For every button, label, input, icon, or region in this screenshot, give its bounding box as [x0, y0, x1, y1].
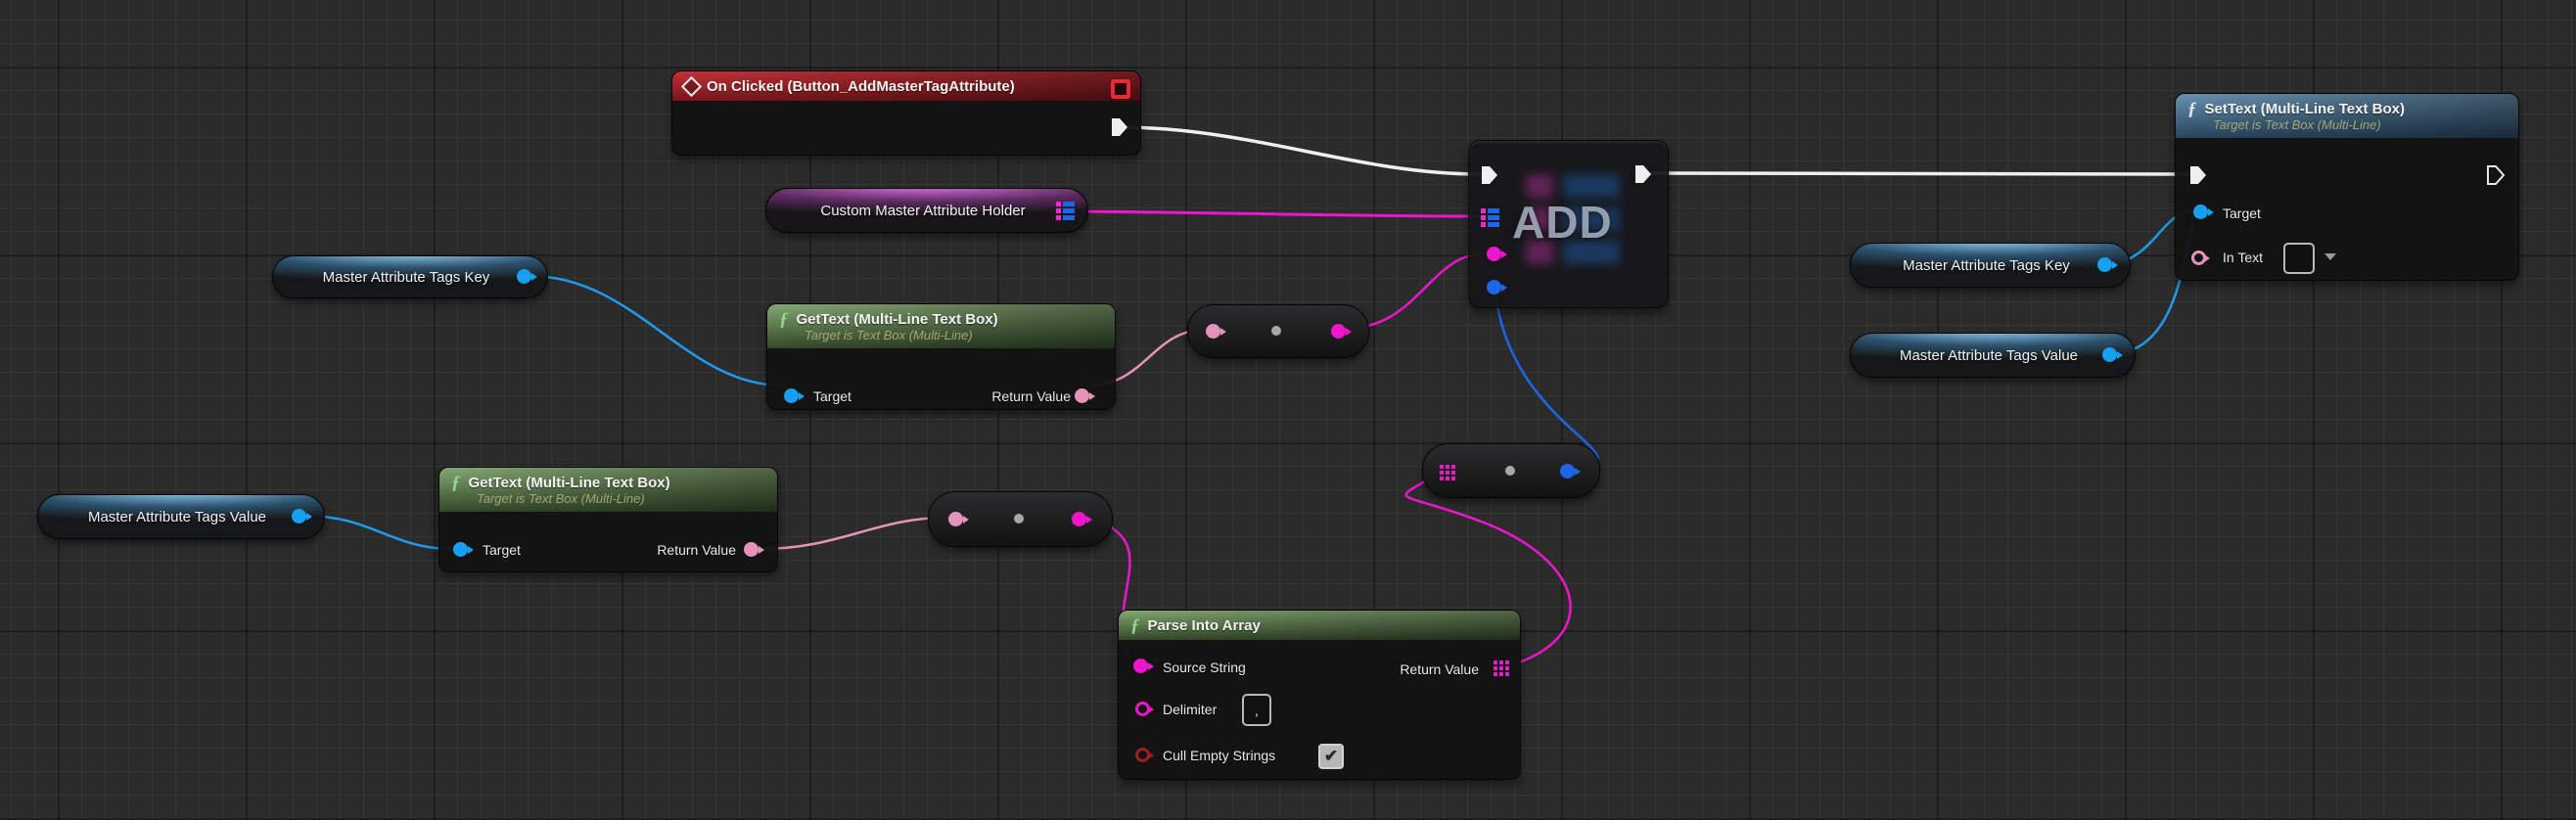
node-settext[interactable]: ƒ SetText (Multi-Line Text Box) Target i… [2175, 93, 2519, 281]
node-subtitle: Target is Text Box (Multi-Line) [805, 328, 1103, 342]
node-subtitle: Target is Text Box (Multi-Line) [2213, 117, 2507, 132]
value-output-pin[interactable] [1560, 464, 1575, 478]
map-output-pin[interactable] [1056, 202, 1076, 220]
pin-label: Cull Empty Strings [1163, 748, 1275, 763]
variable-label: Custom Master Attribute Holder [803, 203, 1050, 219]
object-output-pin[interactable] [2097, 257, 2112, 272]
delimiter-input-pin[interactable] [1135, 702, 1150, 716]
node-subtitle: Target is Text Box (Multi-Line) [477, 491, 765, 506]
variable-label: Master Attribute Tags Value [1882, 347, 2103, 364]
string-output-pin[interactable] [1331, 324, 1346, 339]
node-title: GetText (Multi-Line Text Box) [469, 475, 670, 491]
variable-node-custom-master-attribute-holder[interactable]: Custom Master Attribute Holder [765, 188, 1088, 233]
cull-empty-strings-checkbox[interactable]: ✔ [1318, 744, 1344, 769]
node-parse-into-array[interactable]: ƒ Parse Into Array Source String Return … [1118, 610, 1521, 780]
conversion-dot [1271, 326, 1281, 336]
function-icon: ƒ [2187, 103, 2197, 116]
pin-label: Target [2223, 205, 2261, 221]
node-title: GetText (Multi-Line Text Box) [797, 311, 998, 328]
node-on-clicked-event[interactable]: On Clicked (Button_AddMasterTagAttribute… [671, 70, 1141, 156]
node-title: SetText (Multi-Line Text Box) [2205, 101, 2405, 117]
wire-map-holder-to-add[interactable] [1066, 211, 1482, 216]
in-text-dropdown-arrow[interactable] [2324, 253, 2336, 266]
wire-gettext-bottom-to-conversion2[interactable] [759, 518, 947, 549]
function-icon: ƒ [451, 477, 461, 490]
object-output-pin[interactable] [292, 509, 306, 524]
blueprint-graph-canvas[interactable]: On Clicked (Button_AddMasterTagAttribute… [0, 0, 2576, 820]
cull-empty-strings-input-pin[interactable] [1135, 748, 1150, 762]
wire-exec-add-to-settext[interactable] [1650, 173, 2189, 174]
delimiter-value-box[interactable]: , [1242, 694, 1271, 726]
object-output-pin[interactable] [2102, 347, 2117, 362]
wire-key-left-to-gettext-top[interactable] [529, 276, 783, 386]
variable-label: Master Attribute Tags Key [1885, 257, 2095, 274]
conversion-dot [1014, 514, 1024, 524]
conversion-node-text-to-string-2[interactable] [928, 491, 1113, 547]
variable-node-master-attribute-tags-key-right[interactable]: Master Attribute Tags Key [1850, 243, 2131, 288]
exec-input-pin[interactable] [1480, 164, 1499, 186]
pin-label: Return Value [657, 542, 736, 558]
variable-node-master-attribute-tags-key-left[interactable]: Master Attribute Tags Key [272, 255, 548, 298]
node-gettext-bottom[interactable]: ƒ GetText (Multi-Line Text Box) Target i… [438, 467, 778, 572]
pin-label: In Text [2223, 250, 2263, 265]
variable-label: Master Attribute Tags Value [70, 509, 292, 525]
value-input-pin[interactable] [1487, 280, 1501, 295]
in-text-input-pin[interactable] [2191, 251, 2206, 265]
pin-label: Delimiter [1163, 702, 1217, 717]
conversion-node-array-to-value[interactable] [1422, 443, 1600, 498]
node-add-to-map[interactable]: ADD [1468, 140, 1669, 308]
pin-label: Return Value [1400, 661, 1479, 677]
target-input-pin[interactable] [2193, 205, 2208, 219]
text-input-pin[interactable] [1206, 324, 1220, 339]
node-header: ƒ GetText (Multi-Line Text Box) Target i… [767, 304, 1115, 348]
text-input-pin[interactable] [948, 512, 963, 526]
target-input-pin[interactable] [453, 542, 468, 557]
target-map-input-pin[interactable] [1481, 208, 1500, 227]
variable-node-master-attribute-tags-value-right[interactable]: Master Attribute Tags Value [1850, 333, 2136, 378]
target-input-pin[interactable] [784, 388, 799, 403]
event-diamond-icon [681, 76, 702, 97]
exec-output-pin[interactable] [2486, 164, 2506, 186]
exec-output-pin[interactable] [1633, 163, 1653, 185]
wire-value-left-to-gettext-bottom[interactable] [304, 516, 452, 549]
conversion-dot [1505, 466, 1515, 476]
exec-output-pin[interactable] [1110, 116, 1129, 138]
exec-input-pin[interactable] [2188, 164, 2208, 186]
pin-label: Return Value [991, 388, 1071, 404]
pin-label: Source String [1163, 660, 1246, 675]
in-text-value-box[interactable] [2283, 243, 2315, 274]
pin-label: Target [483, 542, 521, 558]
return-value-output-pin[interactable] [744, 542, 759, 557]
return-value-output-pin[interactable] [1075, 388, 1089, 403]
string-array-input-pin[interactable] [1440, 465, 1455, 480]
wire-exec-onclicked-to-add[interactable] [1119, 127, 1481, 174]
conversion-node-text-to-string-1[interactable] [1187, 304, 1369, 358]
node-header: ƒ GetText (Multi-Line Text Box) Target i… [439, 468, 777, 512]
key-input-pin[interactable] [1487, 247, 1501, 261]
return-array-output-pin[interactable] [1494, 661, 1509, 676]
node-header: On Clicked (Button_AddMasterTagAttribute… [672, 71, 1140, 101]
node-title: On Clicked (Button_AddMasterTagAttribute… [707, 78, 1015, 95]
function-icon: ƒ [1130, 619, 1140, 633]
delegate-pin[interactable] [1111, 79, 1130, 99]
pin-label: Target [813, 388, 851, 404]
source-string-input-pin[interactable] [1133, 659, 1148, 673]
node-header: ƒ Parse Into Array [1119, 611, 1520, 640]
function-icon: ƒ [779, 313, 789, 327]
node-gettext-top[interactable]: ƒ GetText (Multi-Line Text Box) Target i… [766, 303, 1116, 410]
object-output-pin[interactable] [517, 269, 531, 284]
string-output-pin[interactable] [1072, 512, 1086, 526]
add-watermark-label: ADD [1512, 196, 1613, 249]
node-header: ƒ SetText (Multi-Line Text Box) Target i… [2176, 94, 2518, 138]
variable-label: Master Attribute Tags Key [305, 269, 516, 286]
node-title: Parse Into Array [1148, 617, 1261, 634]
variable-node-master-attribute-tags-value-left[interactable]: Master Attribute Tags Value [37, 494, 325, 539]
